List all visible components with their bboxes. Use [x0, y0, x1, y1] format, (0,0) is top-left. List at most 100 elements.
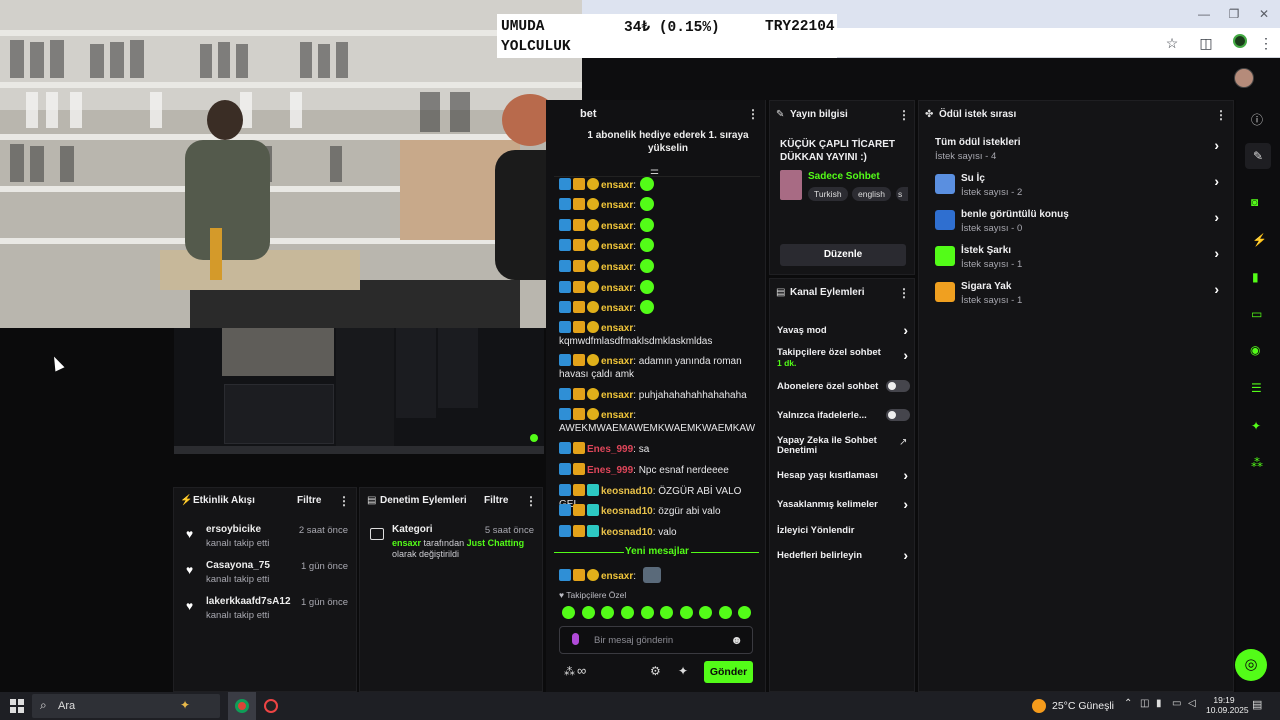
edit-icon[interactable]: ✎ [1245, 143, 1271, 169]
chat-username[interactable]: ensaxr [601, 283, 633, 294]
close-icon[interactable]: ✕ [1254, 6, 1274, 22]
chat-username[interactable]: keosnad10 [601, 527, 653, 538]
activity-user: ersoybicike [206, 524, 262, 535]
share-icon[interactable]: ⁂ [1251, 456, 1263, 470]
emote-icon[interactable] [680, 606, 693, 619]
emote-icon[interactable] [621, 606, 634, 619]
broadcast-icon[interactable]: ◉ [1250, 343, 1260, 357]
tray-chevron-icon[interactable]: ⌃ [1124, 698, 1132, 709]
activity-filter[interactable]: Filtre [297, 495, 321, 506]
reward-menu-icon[interactable]: ⋮ [1215, 108, 1227, 122]
chat-username[interactable]: ensaxr [601, 180, 633, 191]
edit-stream-button[interactable]: Düzenle [780, 244, 906, 266]
category-thumbnail[interactable] [780, 170, 802, 200]
clock[interactable]: 19:19 10.09.2025 [1206, 695, 1249, 715]
action-banned-words[interactable]: Yasaklanmış kelimeler › [770, 496, 916, 514]
chat-username[interactable]: keosnad10 [601, 506, 653, 517]
obs-taskbar-icon[interactable] [264, 699, 278, 713]
pinned-gift-banner[interactable]: 1 abonelik hediye ederek 1. sıraya yükse… [580, 129, 756, 169]
chat-username[interactable]: ensaxr [601, 571, 633, 582]
clip-icon[interactable]: ◙ [1251, 195, 1258, 209]
emote-icon[interactable] [601, 606, 614, 619]
emote-icon[interactable] [699, 606, 712, 619]
action-label: Yasaklanmış kelimeler [777, 499, 878, 510]
maximize-icon[interactable]: ❐ [1224, 6, 1244, 22]
battery-icon[interactable]: ▮ [1252, 270, 1259, 284]
action-subscribers-only[interactable]: Abonelere özel sohbet [770, 379, 916, 395]
chat-username[interactable]: ensaxr [601, 262, 633, 273]
chat-username[interactable]: Enes_999 [587, 444, 633, 455]
chat-username[interactable]: ensaxr [601, 410, 633, 421]
emote-icon[interactable] [641, 606, 654, 619]
bookmark-star-icon[interactable]: ☆ [1162, 33, 1182, 53]
emote-icon [640, 259, 655, 273]
info-icon[interactable]: ⓘ [1251, 111, 1263, 128]
chrome-taskbar-icon[interactable] [228, 692, 256, 720]
avatar[interactable] [1234, 68, 1254, 88]
emote-icon[interactable] [660, 606, 673, 619]
emote-icon[interactable] [562, 606, 575, 619]
weather-icon[interactable] [1032, 699, 1046, 713]
microphone-icon[interactable] [572, 633, 579, 645]
chat-username[interactable]: ensaxr [601, 390, 633, 401]
chat-text: : [633, 410, 637, 421]
emote-icon[interactable] [582, 606, 595, 619]
windows-start-icon[interactable] [10, 699, 24, 713]
wrench-icon[interactable]: ✦ [1251, 419, 1261, 433]
toggle-switch[interactable] [886, 409, 910, 421]
emote-icon[interactable] [719, 606, 732, 619]
chat-username[interactable]: keosnad10 [601, 486, 653, 497]
chat-username[interactable]: ensaxr [601, 241, 633, 252]
notification-icon[interactable]: ▤ [1252, 698, 1262, 711]
action-goals[interactable]: Hedefleri belirleyin › [770, 547, 916, 565]
chat-input[interactable]: Bir mesaj gönderin ☻ [559, 626, 753, 654]
list-icon[interactable]: ☰ [1251, 381, 1262, 395]
action-followers-only[interactable]: Takipçilere özel sohbet 1 dk. › [770, 345, 916, 369]
chat-text: : [633, 262, 637, 273]
emote-icon[interactable] [738, 606, 751, 619]
tray-app-icon[interactable]: ◫ [1140, 698, 1149, 709]
browser-menu-icon[interactable]: ⋮ [1256, 33, 1276, 53]
chat-username[interactable]: ensaxr [601, 303, 633, 314]
action-emotes-only[interactable]: Yalnızca ifadelerle... [770, 408, 916, 424]
activity-feed-panel: ⚡ Etkinlik Akışı Filtre ⋮ ♥ ersoybicike … [173, 487, 357, 692]
reward-row[interactable]: Su İç İstek sayısı - 2 › [919, 171, 1235, 199]
crown-badge-icon [573, 198, 585, 210]
help-headset-icon[interactable]: ◎ [1235, 649, 1267, 681]
chat-username[interactable]: ensaxr [601, 356, 633, 367]
chat-menu-icon[interactable]: ⋮ [747, 107, 759, 121]
stream-category[interactable]: Sadece Sohbet [808, 171, 880, 182]
extensions-icon[interactable]: ◫ [1196, 33, 1216, 53]
all-rewards-row[interactable]: Tüm ödül istekleri İstek sayısı - 4 › [919, 135, 1235, 163]
microphone-tray-icon[interactable]: ▮ [1156, 698, 1162, 709]
activity-menu-icon[interactable]: ⋮ [338, 494, 350, 508]
bot-icon[interactable]: ✦ [678, 664, 688, 678]
chat-username[interactable]: ensaxr [601, 323, 633, 334]
channel-actions-menu-icon[interactable]: ⋮ [898, 286, 910, 300]
emoji-icon[interactable]: ☻ [730, 633, 743, 647]
volume-icon[interactable]: ◁ [1188, 698, 1196, 709]
send-button[interactable]: Gönder [704, 661, 753, 683]
minimize-icon[interactable]: — [1194, 6, 1214, 22]
points-icon[interactable]: ⁂ [564, 665, 575, 678]
lightning-icon[interactable]: ⚡ [1252, 233, 1267, 247]
moderation-menu-icon[interactable]: ⋮ [525, 494, 537, 508]
action-host[interactable]: İzleyici Yönlendir [770, 522, 916, 540]
chat-username[interactable]: Enes_999 [587, 465, 633, 476]
action-slow-mode[interactable]: Yavaş mod › [770, 322, 916, 340]
network-icon[interactable]: ▭ [1172, 698, 1181, 709]
reward-row[interactable]: İstek Şarkı İstek sayısı - 1 › [919, 243, 1235, 271]
moderation-filter[interactable]: Filtre [484, 495, 508, 506]
settings-gear-icon[interactable]: ⚙ [650, 664, 661, 678]
action-account-age[interactable]: Hesap yaşı kısıtlaması › [770, 467, 916, 485]
stream-info-menu-icon[interactable]: ⋮ [898, 108, 910, 122]
chat-username[interactable]: ensaxr [601, 200, 633, 211]
reward-row[interactable]: Sigara Yak İstek sayısı - 1 › [919, 279, 1235, 307]
chat-bubble-icon[interactable]: ▭ [1251, 307, 1262, 321]
taskbar-search[interactable]: ⌕ Ara ✦ [32, 694, 220, 718]
action-ai-moderation[interactable]: Yapay Zeka ile Sohbet Denetimi ↗ [770, 434, 916, 458]
reward-row[interactable]: benle görüntülü konuş İstek sayısı - 0 › [919, 207, 1235, 235]
chat-username[interactable]: ensaxr [601, 221, 633, 232]
toggle-switch[interactable] [886, 380, 910, 392]
profile-icon[interactable] [1230, 33, 1250, 53]
